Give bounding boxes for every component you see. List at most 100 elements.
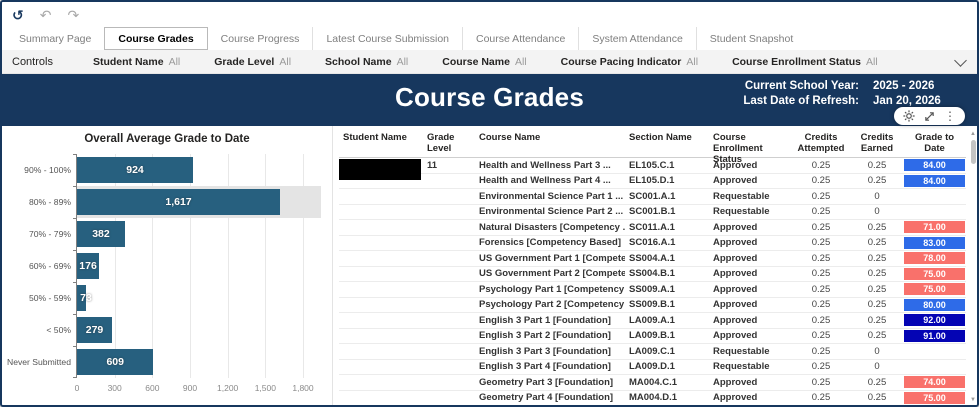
cell-grade-level[interactable] xyxy=(423,391,475,406)
cell-grade-to-date[interactable]: 75.00 xyxy=(903,391,966,406)
filter-course-pacing-indicator[interactable]: Course Pacing Indicator All xyxy=(561,56,698,68)
column-header-course-enrollment-status[interactable]: Course Enrollment Status xyxy=(709,130,791,165)
cell-course-name[interactable]: Natural Disasters [Competency ... xyxy=(475,220,625,236)
column-header-credits-earned[interactable]: Credits Earned xyxy=(851,130,903,158)
table-scrollbar[interactable]: ▲ ▼ xyxy=(968,130,977,404)
cell-credits-earned[interactable]: 0 xyxy=(851,344,903,360)
cell-credits-attempted[interactable]: 0.25 xyxy=(791,360,851,375)
cell-enrollment-status[interactable]: Requestable xyxy=(709,360,791,375)
cell-student-name[interactable] xyxy=(339,360,423,375)
cell-section-name[interactable]: SS009.A.1 xyxy=(625,282,709,298)
undo-icon[interactable]: ↶ xyxy=(40,8,52,22)
cell-course-name[interactable]: Psychology Part 2 [Competency ... xyxy=(475,298,625,313)
cell-credits-earned[interactable]: 0.25 xyxy=(851,174,903,189)
cell-student-name[interactable] xyxy=(339,189,423,205)
cell-section-name[interactable]: SC016.A.1 xyxy=(625,236,709,251)
tab-course-grades[interactable]: Course Grades xyxy=(104,27,208,50)
grade-badge[interactable]: 83.00 xyxy=(904,236,965,249)
grade-badge[interactable]: 75.00 xyxy=(904,283,965,296)
cell-credits-attempted[interactable]: 0.25 xyxy=(791,391,851,406)
cell-student-name[interactable] xyxy=(339,375,423,391)
cell-grade-to-date[interactable]: 75.00 xyxy=(903,267,966,282)
cell-grade-level[interactable] xyxy=(423,344,475,360)
cell-credits-attempted[interactable]: 0.25 xyxy=(791,267,851,282)
cell-section-name[interactable]: SS004.B.1 xyxy=(625,267,709,282)
cell-section-name[interactable]: LA009.A.1 xyxy=(625,313,709,329)
cell-grade-to-date[interactable] xyxy=(903,360,966,375)
cell-grade-to-date[interactable]: 84.00 xyxy=(903,174,966,189)
gear-icon[interactable] xyxy=(903,110,915,122)
column-header-grade-level[interactable]: Grade Level xyxy=(423,130,475,158)
cell-section-name[interactable]: EL105.C.1 xyxy=(625,158,709,174)
column-header-student-name[interactable]: Student Name xyxy=(339,130,423,158)
cell-enrollment-status[interactable]: Approved xyxy=(709,375,791,391)
cell-section-name[interactable]: LA009.D.1 xyxy=(625,360,709,375)
filter-school-name[interactable]: School Name All xyxy=(325,56,408,68)
cell-credits-earned[interactable]: 0.25 xyxy=(851,282,903,298)
more-options-icon[interactable]: ⋮ xyxy=(944,110,956,122)
cell-grade-level[interactable] xyxy=(423,220,475,236)
cell-section-name[interactable]: SC011.A.1 xyxy=(625,220,709,236)
cell-course-name[interactable]: Environmental Science Part 2 ... xyxy=(475,205,625,220)
cell-grade-level[interactable] xyxy=(423,298,475,313)
cell-credits-earned[interactable]: 0.25 xyxy=(851,375,903,391)
tab-course-attendance[interactable]: Course Attendance xyxy=(462,27,578,50)
cell-credits-earned[interactable]: 0.25 xyxy=(851,298,903,313)
filter-grade-level[interactable]: Grade Level All xyxy=(214,56,291,68)
cell-grade-level[interactable] xyxy=(423,329,475,344)
cell-enrollment-status[interactable]: Approved xyxy=(709,391,791,406)
column-header-course-name[interactable]: Course Name xyxy=(475,130,625,158)
grade-badge[interactable]: 84.00 xyxy=(904,159,965,172)
cell-enrollment-status[interactable]: Approved xyxy=(709,174,791,189)
tab-latest-course-submission[interactable]: Latest Course Submission xyxy=(312,27,462,50)
cell-student-name[interactable] xyxy=(339,205,423,220)
cell-grade-to-date[interactable]: 75.00 xyxy=(903,282,966,298)
cell-enrollment-status[interactable]: Approved xyxy=(709,267,791,282)
scroll-down-icon[interactable]: ▼ xyxy=(970,396,976,404)
cell-credits-attempted[interactable]: 0.25 xyxy=(791,313,851,329)
cell-course-name[interactable]: Health and Wellness Part 4 ... xyxy=(475,174,625,189)
cell-credits-attempted[interactable]: 0.25 xyxy=(791,298,851,313)
cell-section-name[interactable]: MA004.C.1 xyxy=(625,375,709,391)
cell-course-name[interactable]: Health and Wellness Part 3 ... xyxy=(475,158,625,174)
cell-credits-attempted[interactable]: 0.25 xyxy=(791,158,851,174)
cell-credits-attempted[interactable]: 0.25 xyxy=(791,174,851,189)
scrollbar-thumb[interactable] xyxy=(970,140,976,164)
cell-section-name[interactable]: SC001.B.1 xyxy=(625,205,709,220)
grade-badge[interactable]: 84.00 xyxy=(904,174,965,187)
cell-course-name[interactable]: Geometry Part 4 [Foundation] xyxy=(475,391,625,406)
grade-badge[interactable]: 71.00 xyxy=(904,221,965,234)
filter-course-name[interactable]: Course Name All xyxy=(442,56,526,68)
cell-grade-to-date[interactable] xyxy=(903,205,966,220)
cell-grade-level[interactable] xyxy=(423,251,475,267)
cell-grade-level[interactable] xyxy=(423,313,475,329)
reset-filters-icon[interactable]: ↺ xyxy=(12,8,24,22)
cell-course-name[interactable]: English 3 Part 3 [Foundation] xyxy=(475,344,625,360)
cell-credits-attempted[interactable]: 0.25 xyxy=(791,329,851,344)
grade-badge[interactable]: 75.00 xyxy=(904,391,965,404)
cell-grade-to-date[interactable] xyxy=(903,344,966,360)
cell-credits-attempted[interactable]: 0.25 xyxy=(791,344,851,360)
cell-student-name[interactable] xyxy=(339,329,423,344)
cell-enrollment-status[interactable]: Approved xyxy=(709,329,791,344)
column-header-grade-to-date[interactable]: Grade to Date xyxy=(903,130,966,158)
cell-credits-attempted[interactable]: 0.25 xyxy=(791,189,851,205)
tab-system-attendance[interactable]: System Attendance xyxy=(578,27,695,50)
filter-course-enrollment-status[interactable]: Course Enrollment Status All xyxy=(732,56,878,68)
tab-student-snapshot[interactable]: Student Snapshot xyxy=(695,27,806,50)
grade-badge[interactable]: 75.00 xyxy=(904,267,965,280)
cell-section-name[interactable]: MA004.D.1 xyxy=(625,391,709,406)
cell-grade-level[interactable] xyxy=(423,174,475,189)
cell-grade-level[interactable] xyxy=(423,360,475,375)
cell-section-name[interactable]: SS009.B.1 xyxy=(625,298,709,313)
cell-credits-earned[interactable]: 0.25 xyxy=(851,236,903,251)
cell-course-name[interactable]: English 3 Part 4 [Foundation] xyxy=(475,360,625,375)
cell-student-name[interactable] xyxy=(339,251,423,267)
cell-grade-to-date[interactable]: 83.00 xyxy=(903,236,966,251)
filter-student-name[interactable]: Student Name All xyxy=(93,56,180,68)
cell-credits-attempted[interactable]: 0.25 xyxy=(791,375,851,391)
cell-credits-earned[interactable]: 0 xyxy=(851,205,903,220)
cell-grade-to-date[interactable]: 91.00 xyxy=(903,329,966,344)
cell-course-name[interactable]: Geometry Part 3 [Foundation] xyxy=(475,375,625,391)
grade-badge[interactable]: 92.00 xyxy=(904,314,965,327)
